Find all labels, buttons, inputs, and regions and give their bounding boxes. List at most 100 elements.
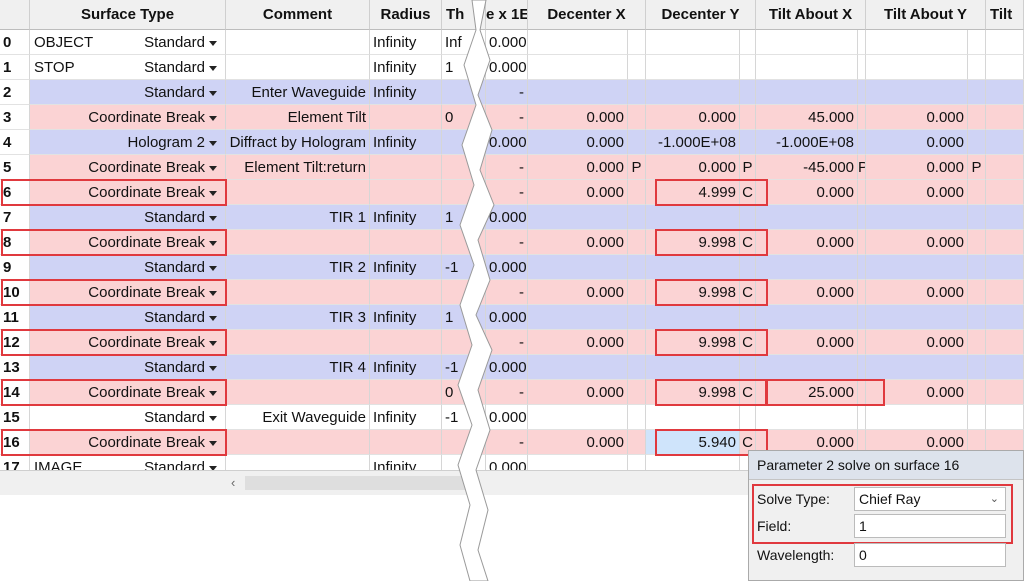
surface-type-cell[interactable]: STOP Standard <box>30 55 226 80</box>
decenter-x-solve-cell[interactable] <box>628 355 646 380</box>
surface-type-cell[interactable]: Standard <box>30 405 226 430</box>
tilt-about-x-solve-cell[interactable] <box>858 180 866 205</box>
tilt-order-cell[interactable] <box>986 255 1024 280</box>
row-number[interactable]: 2 <box>0 80 30 105</box>
decenter-y-solve-cell[interactable]: P <box>740 155 756 180</box>
table-row[interactable]: 0.000 <box>486 255 1024 280</box>
decenter-y-solve-cell[interactable]: C <box>740 230 756 255</box>
table-row[interactable]: 1 STOP Standard Infinity 1 <box>0 55 486 80</box>
table-row[interactable]: 0.000 <box>486 55 1024 80</box>
comment-cell[interactable] <box>226 280 370 305</box>
tilt-about-x-solve-cell[interactable] <box>858 255 866 280</box>
table-row[interactable]: 13 Standard TIR 4 Infinity -1 <box>0 355 486 380</box>
header-tilt-order[interactable]: Tilt <box>986 0 1024 30</box>
field-input[interactable]: 1 <box>854 514 1006 538</box>
decenter-y-cell[interactable]: 0.000 <box>646 155 740 180</box>
decenter-x-cell[interactable]: 0.000 <box>528 230 628 255</box>
thickness-cell[interactable] <box>442 130 486 155</box>
tilt-about-x-solve-cell[interactable] <box>858 355 866 380</box>
radius-cell[interactable]: Infinity <box>370 80 442 105</box>
decenter-y-solve-cell[interactable] <box>740 405 756 430</box>
table-row[interactable]: 12 Coordinate Break <box>0 330 486 355</box>
table-row[interactable]: -0.000 9.998 C 0.000 0.000 <box>486 280 1024 305</box>
table-row[interactable]: -0.000 9.998 C 0.000 0.000 <box>486 330 1024 355</box>
tilt-order-cell[interactable] <box>986 305 1024 330</box>
decenter-y-cell[interactable] <box>646 305 740 330</box>
decenter-x-cell[interactable] <box>528 255 628 280</box>
radius-cell[interactable] <box>370 380 442 405</box>
comment-cell[interactable] <box>226 430 370 455</box>
dropdown-triangle-icon[interactable] <box>209 290 217 296</box>
tilt-about-y-solve-cell[interactable] <box>968 305 986 330</box>
surface-type-cell[interactable]: Coordinate Break <box>30 330 226 355</box>
thickness-cell[interactable] <box>442 430 486 455</box>
decenter-y-solve-cell[interactable] <box>740 355 756 380</box>
decenter-y-cell[interactable] <box>646 405 740 430</box>
table-row[interactable]: 5 Coordinate Break Element Tilt:return <box>0 155 486 180</box>
thickness-cell[interactable]: -1 <box>442 255 486 280</box>
comment-cell[interactable]: Exit Waveguide <box>226 405 370 430</box>
table-row[interactable]: -0.000 4.999 C 0.000 0.000 <box>486 180 1024 205</box>
radius-cell[interactable]: Infinity <box>370 30 442 55</box>
dropdown-triangle-icon[interactable] <box>209 140 217 146</box>
radius-cell[interactable]: Infinity <box>370 305 442 330</box>
decenter-y-solve-cell[interactable] <box>740 130 756 155</box>
decenter-x-cell[interactable]: 0.000 <box>528 280 628 305</box>
comment-cell[interactable] <box>226 55 370 80</box>
tilt-about-y-cell[interactable]: 0.000 <box>866 380 968 405</box>
table-row[interactable]: 0.000 <box>486 355 1024 380</box>
tilt-about-y-solve-cell[interactable] <box>968 30 986 55</box>
surface-type-cell[interactable]: OBJECT Standard <box>30 30 226 55</box>
surface-type-cell[interactable]: Standard <box>30 205 226 230</box>
decenter-x-cell[interactable] <box>528 55 628 80</box>
tilt-about-y-cell[interactable] <box>866 80 968 105</box>
tilt-order-cell[interactable] <box>986 380 1024 405</box>
decenter-y-solve-cell[interactable] <box>740 205 756 230</box>
tilt-about-y-cell[interactable]: 0.000 <box>866 180 968 205</box>
row-number[interactable]: 12 <box>0 330 30 355</box>
decenter-y-solve-cell[interactable]: C <box>740 330 756 355</box>
surface-type-cell[interactable]: Coordinate Break <box>30 105 226 130</box>
tilt-about-y-cell[interactable]: 0.000 <box>866 280 968 305</box>
table-row[interactable]: 3 Coordinate Break Element Tilt 0 <box>0 105 486 130</box>
decenter-y-solve-cell[interactable]: C <box>740 380 756 405</box>
comment-cell[interactable]: Enter Waveguide <box>226 80 370 105</box>
tilt-about-x-cell[interactable] <box>756 30 858 55</box>
decenter-x-solve-cell[interactable] <box>628 330 646 355</box>
surface-type-cell[interactable]: Standard <box>30 80 226 105</box>
scroll-left-icon[interactable]: ‹ <box>231 475 235 490</box>
header-thickness[interactable]: Th <box>442 0 486 30</box>
decenter-y-cell[interactable] <box>646 355 740 380</box>
decenter-x-cell[interactable]: 0.000 <box>528 130 628 155</box>
thickness-cell[interactable] <box>442 330 486 355</box>
thickness-cell[interactable]: 1 <box>442 305 486 330</box>
tilt-about-y-solve-cell[interactable] <box>968 230 986 255</box>
tilt-about-x-cell[interactable]: 45.000 <box>756 105 858 130</box>
decenter-y-cell[interactable]: 0.000 <box>646 105 740 130</box>
decenter-y-cell[interactable]: -1.000E+08 <box>646 130 740 155</box>
row-number[interactable]: 8 <box>0 230 30 255</box>
tilt-about-x-cell[interactable]: -1.000E+08 <box>756 130 858 155</box>
decenter-x-cell[interactable] <box>528 305 628 330</box>
row-number[interactable]: 7 <box>0 205 30 230</box>
decenter-x-solve-cell[interactable] <box>628 55 646 80</box>
header-tilt-about-y[interactable]: Tilt About Y <box>866 0 986 30</box>
table-row[interactable]: - <box>486 80 1024 105</box>
comment-cell[interactable]: Element Tilt <box>226 105 370 130</box>
tilt-about-x-cell[interactable] <box>756 205 858 230</box>
tilt-about-x-cell[interactable] <box>756 80 858 105</box>
surface-type-cell[interactable]: Coordinate Break <box>30 230 226 255</box>
tilt-order-cell[interactable] <box>986 330 1024 355</box>
decenter-x-cell[interactable] <box>528 205 628 230</box>
table-row[interactable]: 16 Coordinate Break <box>0 430 486 455</box>
table-row[interactable]: 0 OBJECT Standard Infinity Inf <box>0 30 486 55</box>
tilt-order-cell[interactable] <box>986 155 1024 180</box>
comment-cell[interactable]: Element Tilt:return <box>226 155 370 180</box>
decenter-x-solve-cell[interactable] <box>628 305 646 330</box>
tilt-about-x-solve-cell[interactable] <box>858 230 866 255</box>
thickness-cell[interactable] <box>442 80 486 105</box>
coefficient-cell[interactable]: 0.000 <box>486 130 528 155</box>
thickness-cell[interactable]: 0 <box>442 380 486 405</box>
surface-type-cell[interactable]: Standard <box>30 305 226 330</box>
tilt-order-cell[interactable] <box>986 205 1024 230</box>
